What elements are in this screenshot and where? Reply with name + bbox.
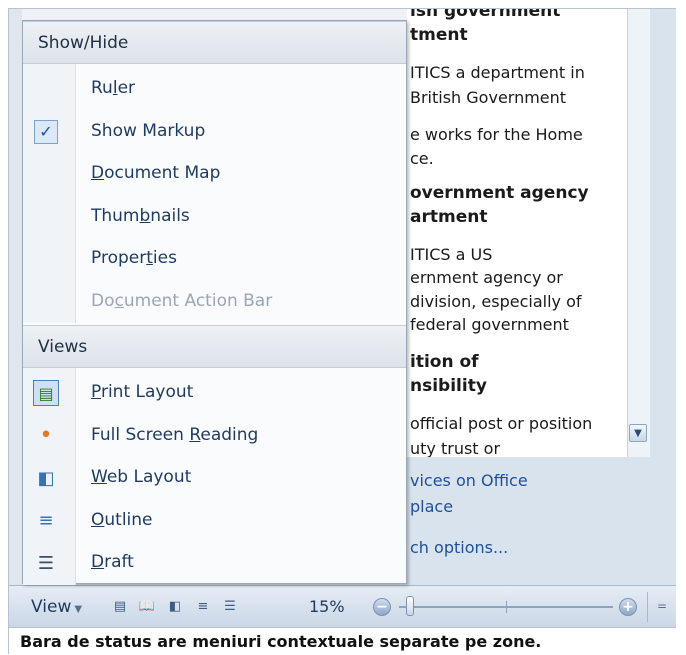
menu-item-label: Properties [91, 248, 177, 268]
result-text: ITICS a department in [410, 63, 585, 82]
access-key: D [91, 552, 105, 572]
access-key: R [189, 424, 201, 445]
scroll-down-button[interactable]: ▼ [629, 424, 647, 442]
menu-item[interactable]: ◧ Web Layout [23, 457, 406, 499]
view-label: View [31, 597, 72, 617]
menu-item[interactable]: ✓ Show Markup [23, 111, 406, 153]
screenshot-frame: ish government tment ITICS a department … [0, 0, 686, 655]
outline-icon: ≡ [38, 510, 54, 531]
status-bar[interactable]: View ▼ ▤ 📖 ◧ ≡ ☰ 15% − + = [9, 585, 676, 628]
access-key: b [139, 205, 151, 226]
menu-item-label: Web Layout [91, 467, 192, 487]
result-text: British Government [410, 88, 567, 107]
result-heading: tment [410, 25, 468, 45]
zoom-slider-tick [506, 601, 507, 613]
menu-item-label: Print Layout [91, 382, 194, 402]
research-results: ish government tment ITICS a department … [407, 9, 627, 457]
zoom-level[interactable]: 15% [309, 597, 345, 616]
status-bar-options-icon[interactable]: = [655, 598, 669, 614]
menu-item[interactable]: ▤ Print Layout [23, 372, 406, 414]
checkmark-icon: ✓ [33, 119, 59, 145]
chevron-down-icon: ▼ [634, 427, 642, 439]
menu-item-label: Outline [91, 509, 153, 530]
web-layout-icon: ◧ [37, 467, 55, 489]
menu-item-label: Thumbnails [91, 205, 190, 226]
result-text: official post or position [410, 414, 593, 433]
menu-item[interactable]: Properties [23, 238, 406, 280]
menu-item-label: Ruler [91, 78, 136, 98]
view-context-menu: Show/Hide Ruler ✓ Show Markup Document Map Th… [22, 20, 407, 585]
menu-section-title: Views [38, 337, 88, 357]
draft-icon: ☰ [37, 552, 55, 574]
menu-section-header: Show/Hide [23, 21, 406, 64]
full-screen-reading-icon: • [39, 423, 53, 448]
access-key: t [146, 248, 153, 268]
zoom-in-button[interactable]: + [619, 598, 637, 616]
menu-section-title: Show/Hide [38, 33, 129, 53]
draft-icon[interactable]: ☰ [222, 598, 238, 614]
result-heading: nsibility [410, 376, 487, 396]
research-link[interactable]: vices on Office [410, 471, 528, 490]
access-key: O [91, 509, 105, 530]
view-menu-button[interactable]: View ▼ [31, 597, 82, 617]
dropdown-arrow-icon: ▼ [74, 604, 83, 615]
result-heading: ish government [410, 9, 561, 21]
result-text: uty trust or [410, 439, 501, 457]
menu-item[interactable]: • Full Screen Reading [23, 415, 406, 457]
menu-item-label: Document Map [91, 163, 221, 183]
research-options-link[interactable]: ch options... [410, 538, 508, 557]
access-key: D [91, 163, 105, 183]
result-text: federal government [410, 315, 569, 334]
result-text: ce. [410, 149, 434, 168]
menu-item[interactable]: ☰ Draft [23, 542, 406, 584]
zoom-out-button[interactable]: − [373, 598, 391, 616]
menu-item[interactable]: ≡ Outline [23, 500, 406, 542]
access-key: P [91, 382, 101, 402]
menu-item[interactable]: Document Map [23, 153, 406, 195]
print-layout-icon[interactable]: ▤ [112, 598, 128, 614]
access-key: c [114, 290, 124, 311]
menu-item[interactable]: Thumbnails [23, 196, 406, 238]
figure-caption: Bara de status are meniuri contextuale s… [9, 627, 676, 655]
result-text: ITICS a US [410, 245, 493, 264]
result-text: e works for the Home [410, 125, 583, 144]
zoom-slider-thumb[interactable] [405, 596, 414, 616]
outline-icon[interactable]: ≡ [195, 598, 211, 614]
menu-section-header: Views [23, 325, 406, 368]
menu-top-edge [22, 9, 407, 20]
menu-item-label: Show Markup [91, 120, 206, 141]
research-scrollbar[interactable] [627, 9, 650, 457]
menu-item[interactable]: Ruler [23, 68, 406, 110]
result-heading: overnment agency [410, 183, 589, 203]
research-link[interactable]: place [410, 497, 453, 516]
menu-item-label: Draft [91, 552, 134, 572]
caption-text: Bara de status are meniuri contextuale s… [20, 632, 542, 651]
result-heading: artment [410, 207, 488, 227]
menu-item: Document Action Bar [23, 281, 406, 323]
status-bar-divider [647, 592, 648, 622]
access-key: W [91, 467, 107, 487]
menu-item-label: Full Screen Reading [91, 424, 259, 445]
print-layout-icon: ▤ [33, 380, 59, 406]
result-text: division, especially of [410, 292, 582, 311]
result-heading: ition of [410, 352, 479, 372]
result-text: ernment agency or [410, 268, 563, 287]
full-screen-reading-icon[interactable]: 📖 [139, 598, 155, 614]
web-layout-icon[interactable]: ◧ [167, 598, 183, 614]
menu-item-label: Document Action Bar [91, 290, 273, 311]
